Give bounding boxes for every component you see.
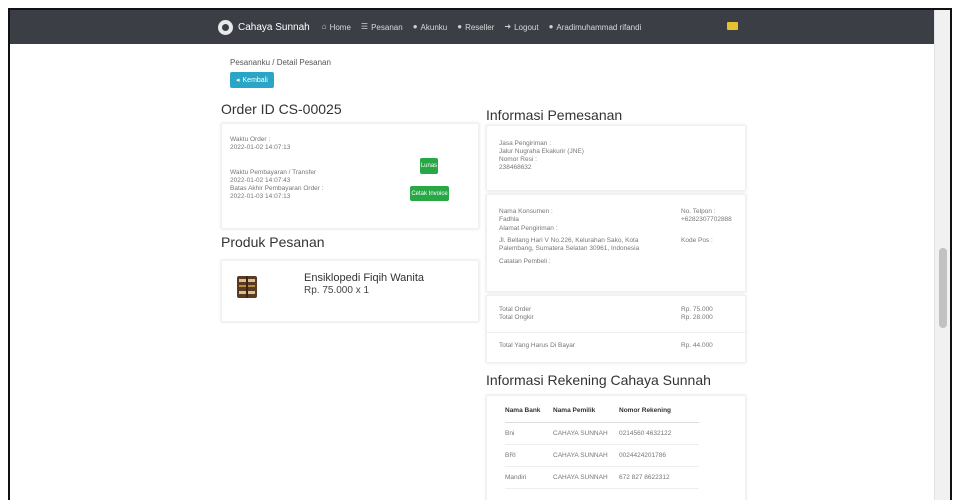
product-name[interactable]: Ensiklopedi Fiqih Wanita — [304, 272, 424, 284]
totals-card: Total Order Rp. 75.000 Total Ongkir Rp. … — [486, 295, 747, 363]
jasa-value: Jalur Nugraha Ekakurir (JNE) — [499, 148, 584, 155]
home-icon: ⌂ — [321, 22, 327, 31]
table-row: Mandiri CAHAYA SUNNAH 672 827 8622312 — [505, 466, 699, 489]
users-icon: ● — [457, 22, 463, 31]
waktu-bayar-value: 2022-01-02 14:07:43 — [230, 177, 291, 184]
divider — [487, 332, 747, 333]
account-owner: CAHAYA SUNNAH — [553, 422, 619, 445]
back-arrow-icon: ◂ — [236, 77, 240, 84]
waktu-order-label: Waktu Order : — [230, 136, 271, 143]
batas-value: 2022-01-03 14:07:13 — [230, 193, 291, 200]
back-button-label: Kembali — [242, 76, 268, 84]
account-number: 0214560 4632122 — [619, 422, 699, 445]
col-nama-bank: Nama Bank — [505, 400, 553, 423]
nav-item-label: Akunku — [420, 22, 448, 32]
scrollbar-thumb[interactable] — [939, 248, 947, 328]
catatan-label: Catatan Pembeli : — [499, 258, 551, 265]
table-row: BRI CAHAYA SUNNAH 0024424201786 — [505, 444, 699, 467]
nav-item-label: Pesanan — [371, 22, 403, 32]
language-flag-icon[interactable] — [727, 22, 738, 30]
waktu-bayar-label: Waktu Pembayaran / Transfer — [230, 169, 317, 176]
table-header-row: Nama Bank Nama Pemilik Nomor Rekening — [505, 400, 699, 423]
nav-item-reseller[interactable]: ● Reseller — [457, 23, 494, 32]
total-ongkir-label: Total Ongkir — [499, 314, 534, 321]
user-icon: ● — [412, 22, 418, 31]
page-scrollbar[interactable] — [934, 10, 950, 500]
order-card: Waktu Order : 2022-01-02 14:07:13 Waktu … — [221, 123, 479, 229]
total-ongkir-value: Rp. 28.000 — [681, 314, 713, 321]
browser-frame: Cahaya Sunnah ⌂ Home ☰ Pesanan ● Akunku … — [8, 8, 952, 500]
rekening-title: Informasi Rekening Cahaya Sunnah — [486, 372, 711, 388]
info-title: Informasi Pemesanan — [486, 107, 623, 123]
brand[interactable]: Cahaya Sunnah — [218, 19, 310, 35]
breadcrumb[interactable]: Pesananku / Detail Pesanan — [230, 58, 331, 67]
list-icon: ☰ — [360, 22, 369, 31]
resi-value: 238468632 — [499, 164, 532, 171]
alamat-label: Alamat Pengiriman : — [499, 225, 558, 232]
total-order-value: Rp. 75.000 — [681, 306, 713, 313]
total-bayar-value: Rp. 44.000 — [681, 342, 713, 349]
account-owner: CAHAYA SUNNAH — [553, 466, 619, 489]
customer-card: Nama Konsumen : Fadhla No. Telpon : +628… — [486, 194, 746, 292]
nav-item-akunku[interactable]: ● Akunku — [413, 23, 448, 32]
resi-label: Nomor Resi : — [499, 156, 537, 163]
hp-value: +6282307702888 — [681, 216, 732, 223]
bank-name: Bni — [505, 422, 553, 445]
nav-item-label: Reseller — [465, 22, 495, 32]
nama-value: Fadhla — [499, 216, 519, 223]
jasa-label: Jasa Pengiriman : — [499, 140, 552, 147]
cetak-invoice-button[interactable]: Cetak Invoice — [410, 186, 449, 201]
total-order-label: Total Order — [499, 306, 532, 313]
produk-title: Produk Pesanan — [221, 234, 325, 250]
produk-card: Ensiklopedi Fiqih Wanita Rp. 75.000 x 1 — [221, 260, 479, 322]
alamat-value: Jl. Bellang Hari V No.226, Kelurahan Sak… — [499, 237, 640, 252]
bank-name: Mandiri — [505, 466, 553, 489]
order-title: Order ID CS-00025 — [221, 101, 342, 117]
col-nama-pemilik: Nama Pemilik — [553, 400, 619, 423]
table-row: Bni CAHAYA SUNNAH 0214560 4632122 — [505, 422, 699, 445]
nav-item-logout[interactable]: ➜ Logout — [504, 23, 538, 32]
shipping-card: Jasa Pengiriman : Jalur Nugraha Ekakurir… — [486, 125, 746, 191]
waktu-order-value: 2022-01-02 14:07:13 — [230, 144, 291, 151]
account-number: 0024424201786 — [619, 444, 699, 467]
total-bayar-label: Total Yang Harus Di Bayar — [499, 342, 575, 349]
nama-label: Nama Konsumen : — [499, 208, 553, 215]
nav-item-home[interactable]: ⌂ Home — [322, 23, 351, 32]
hp-label: No. Telpon : — [681, 208, 716, 215]
book-product-image — [237, 276, 257, 298]
top-navbar: Cahaya Sunnah ⌂ Home ☰ Pesanan ● Akunku … — [10, 10, 938, 44]
brand-logo-icon — [218, 19, 233, 35]
nav-item-user[interactable]: ● Aradimuhammad rifandi — [549, 23, 642, 32]
nav-item-label: Logout — [514, 22, 539, 32]
nav-item-pesanan[interactable]: ☰ Pesanan — [361, 23, 403, 32]
batas-label: Batas Akhir Pembayaran Order : — [230, 185, 324, 192]
logout-icon: ➜ — [504, 22, 512, 31]
brand-name: Cahaya Sunnah — [238, 21, 310, 33]
status-lunas-button[interactable]: Lunas — [420, 158, 438, 174]
rekening-card: Nama Bank Nama Pemilik Nomor Rekening Bn… — [486, 395, 746, 500]
nav-item-label: Home — [329, 22, 351, 32]
account-owner: CAHAYA SUNNAH — [553, 444, 619, 467]
bank-name: BRI — [505, 444, 553, 467]
account-number: 672 827 8622312 — [619, 466, 699, 489]
nav-item-label: Aradimuhammad rifandi — [556, 22, 642, 32]
col-nomor-rekening: Nomor Rekening — [619, 400, 699, 423]
rekening-table: Nama Bank Nama Pemilik Nomor Rekening Bn… — [505, 400, 699, 489]
user-icon: ● — [548, 22, 554, 31]
product-price: Rp. 75.000 x 1 — [304, 285, 370, 296]
kode-pos-label: Kode Pos : — [681, 237, 713, 244]
back-button[interactable]: ◂ Kembali — [230, 72, 274, 88]
